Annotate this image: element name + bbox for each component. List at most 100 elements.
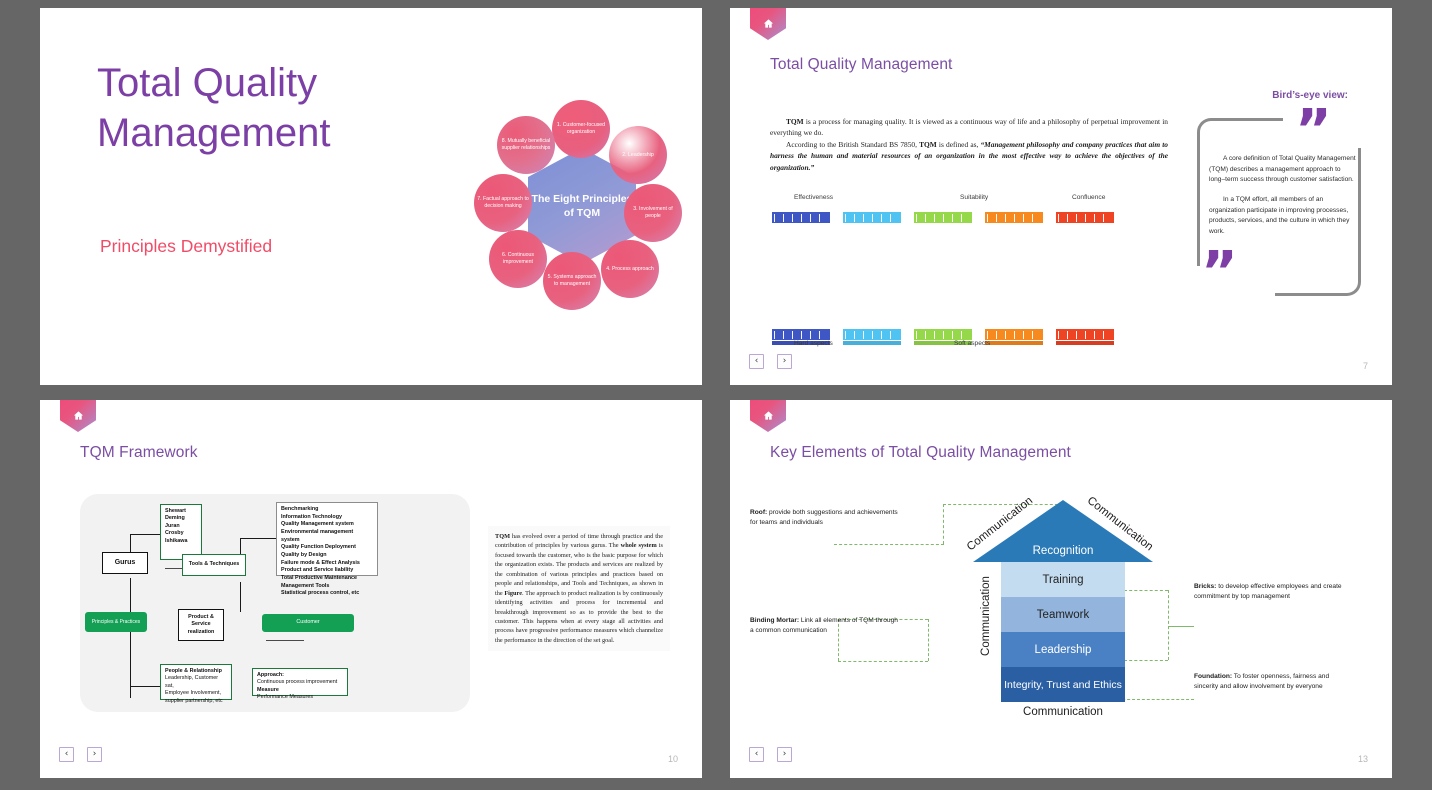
framework-diagram: Gurus Shewart Deming Juran Crosby Ishika…: [80, 494, 470, 712]
subtitle: Principles Demystified: [100, 236, 273, 256]
fw-tools-box: Tools & Techniques: [182, 554, 246, 576]
pillar-capital: [772, 212, 830, 223]
page-title: TQM Framework: [80, 444, 198, 461]
slide-navigation[interactable]: ‹ ›: [749, 354, 792, 369]
slide-total-quality-management[interactable]: Total Quality Management TQM is a proces…: [730, 8, 1392, 385]
tqm-lead: TQM: [786, 117, 804, 126]
leader-line: [1168, 626, 1194, 627]
callout-bricks-label: Bricks:: [1194, 583, 1217, 590]
note-e: . The approach to product realization is…: [495, 589, 663, 644]
principle-petal: 8. Mutually beneficial supplier relation…: [497, 116, 555, 174]
paragraph-2-c: is defined as,: [936, 139, 981, 149]
home-icon[interactable]: [60, 400, 96, 432]
eight-principles-diagram: The Eight Principles of TQM 1. Customer-…: [472, 100, 690, 310]
framework-note: TQM has evolved over a period of time th…: [488, 526, 670, 652]
callout-roof: Roof: provide both suggestions and achie…: [750, 508, 900, 528]
fw-measure-line: Performance Measures: [257, 694, 314, 701]
fw-people-title: People & Relationship: [165, 668, 222, 674]
page-number: 7: [1362, 361, 1368, 371]
prev-slide-button[interactable]: ‹: [749, 354, 764, 369]
prev-slide-button[interactable]: ‹: [59, 747, 74, 762]
pillar-people: ▚ People: [985, 212, 1043, 345]
pillar-capital: [1056, 212, 1114, 223]
house-brick: Leadership: [1001, 632, 1125, 667]
leader-line: [928, 619, 929, 661]
pillar-process: ☉ Process: [843, 212, 901, 345]
page-title: Total Quality Management: [770, 56, 953, 73]
fw-approach-line: Continuous process improvement: [257, 679, 338, 686]
quote-mark-icon: ”: [1295, 98, 1332, 163]
home-icon[interactable]: [750, 8, 786, 40]
next-slide-button[interactable]: ›: [87, 747, 102, 762]
quote-callout: ” ” A core definition of Total Quality M…: [1195, 98, 1373, 308]
communication-left-label: Communication: [979, 576, 992, 656]
leader-line: [838, 661, 928, 662]
principle-petal: 7. Factual approach to decision making: [474, 174, 532, 232]
pillar-system: ⚲ System: [1056, 212, 1114, 345]
slide-key-elements[interactable]: Key Elements of Total Quality Management…: [730, 400, 1392, 778]
quote-paragraph-2: In a TQM effort, all members of an organ…: [1209, 196, 1350, 236]
next-slide-button[interactable]: ›: [777, 354, 792, 369]
callout-foundation: Foundation: To foster openness, fairness…: [1194, 672, 1354, 692]
prev-slide-button[interactable]: ‹: [749, 747, 764, 762]
fw-customer-box: Customer: [262, 614, 354, 632]
paragraph-2-bold: TQM: [919, 139, 937, 149]
fw-approach-title: Approach:: [257, 672, 284, 678]
fw-measure-title: Measure: [257, 686, 279, 693]
note-bold-b: whole system: [620, 542, 657, 550]
callout-roof-text: provide both suggestions and achievement…: [750, 509, 898, 527]
note-lead: TQM: [495, 533, 511, 540]
note-c: is focused towards the customer, who is …: [495, 542, 663, 597]
pillar-capital: [914, 212, 972, 223]
tqm-house-diagram: Recognition Training Teamwork Leadership…: [965, 495, 1155, 730]
paragraph-1: TQM is a process for managing quality. I…: [770, 116, 1168, 139]
pillar-label: Product: [792, 278, 810, 284]
principle-petal: 6. Continuous improvement: [489, 230, 547, 288]
fw-gurus-box: Gurus: [102, 552, 148, 574]
slide-tqm-framework[interactable]: TQM Framework Gurus Shewart Deming Juran…: [40, 400, 702, 778]
pillar-base: [914, 329, 972, 340]
callout-bricks: Bricks: to develop effective employees a…: [1194, 582, 1366, 602]
principle-petal: 5. Systems approach to management: [543, 252, 601, 310]
pillar-capital: [985, 212, 1043, 223]
leader-line: [1168, 590, 1169, 660]
pillar-base: [843, 329, 901, 340]
slide-title-slide[interactable]: Total Quality Management Principles Demy…: [40, 8, 702, 385]
callout-roof-label: Roof:: [750, 509, 768, 516]
paragraph-2-a: According to the British Standard BS 785…: [786, 139, 920, 149]
paragraph-2: According to the British Standard BS 785…: [770, 139, 1168, 173]
slide-navigation[interactable]: ‹ ›: [749, 747, 792, 762]
pillar-label: Leadership: [930, 278, 956, 284]
fw-people-box: People & Relationship Leadership, Custom…: [160, 664, 232, 704]
callout-foundation-label: Foundation:: [1194, 673, 1233, 680]
fw-product-box: Product & Service realization: [178, 609, 224, 641]
fw-approach-box: Approach: Continuous process improvement…: [252, 668, 348, 700]
page-number: 10: [667, 754, 678, 764]
slide-navigation[interactable]: ‹ ›: [59, 747, 102, 762]
connector: [266, 640, 304, 641]
principle-petal: 1. Customer-focused organization: [552, 100, 610, 158]
body-text: TQM is a process for managing quality. I…: [770, 116, 1168, 173]
leader-line: [834, 544, 944, 545]
pillar-plinth: [1056, 341, 1114, 345]
quote-mark-icon: ”: [1201, 240, 1238, 305]
principle-petal: 4. Process approach: [601, 240, 659, 298]
leader-line: [943, 504, 944, 544]
pillar-shaft: ⚲ System: [1060, 224, 1110, 328]
pillar-aspect-label: Hard aspects: [794, 340, 833, 347]
pillar-label: System: [1076, 278, 1094, 284]
principle-petal: 2. Leadership: [609, 126, 667, 184]
bar-chart-icon: ▚: [1006, 241, 1022, 263]
callout-mortar-label: Binding Mortar:: [750, 617, 800, 624]
note-bold-d: Figure: [504, 589, 523, 597]
home-icon[interactable]: [750, 400, 786, 432]
pillars-diagram: Effectiveness Suitability Confluence ⊕ P…: [772, 194, 1162, 364]
search-icon: ⚲: [1077, 241, 1093, 263]
next-slide-button[interactable]: ›: [777, 747, 792, 762]
paragraph-1-rest: is a process for managing quality. It is…: [770, 117, 1168, 138]
callout-bricks-text: to develop effective employees and creat…: [1194, 583, 1342, 601]
page-title: Key Elements of Total Quality Management: [770, 444, 1071, 461]
layers-icon: ◈: [935, 241, 951, 263]
quote-body: A core definition of Total Quality Manag…: [1209, 154, 1357, 238]
pillar-plinth: [985, 341, 1043, 345]
